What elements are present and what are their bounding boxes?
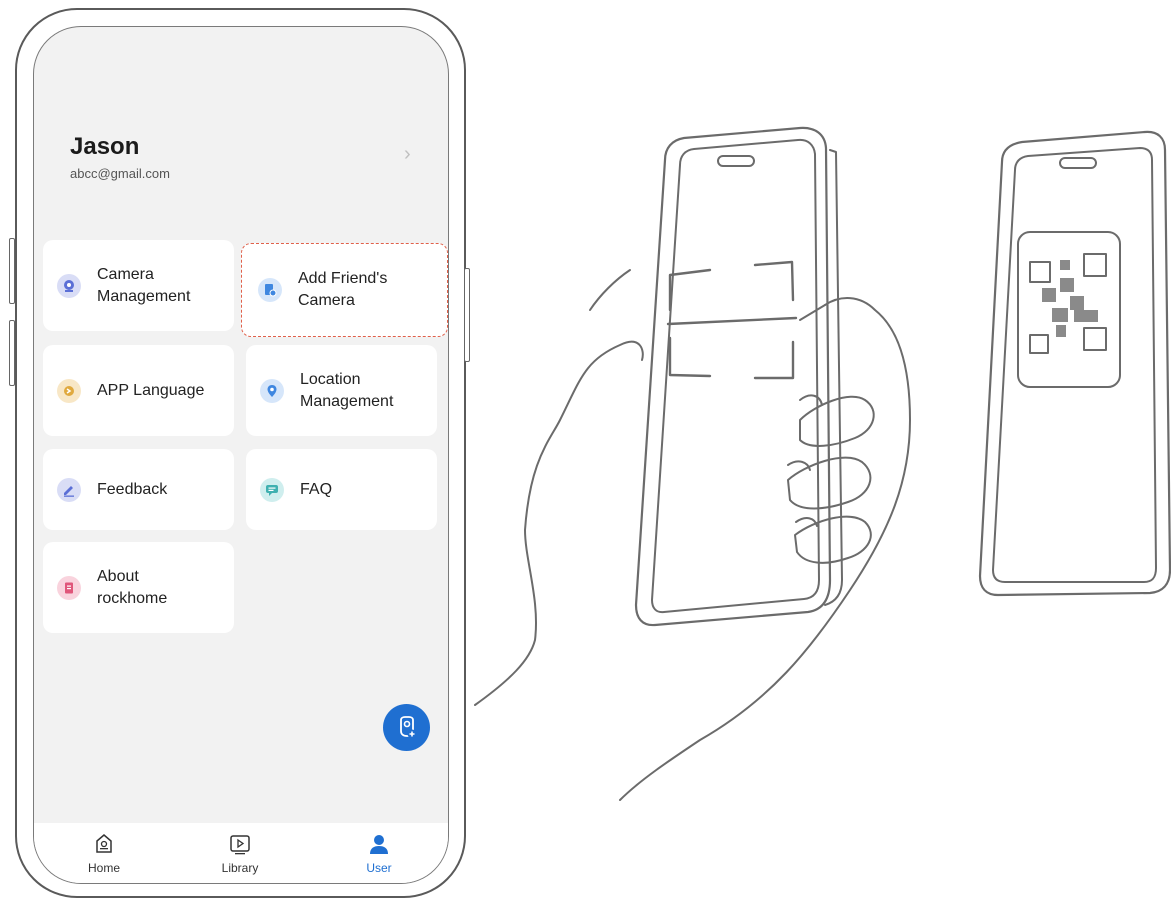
menu-location-management[interactable]: Location Management [246, 345, 437, 436]
menu-faq[interactable]: FAQ [246, 449, 437, 530]
tab-home[interactable]: Home [64, 833, 144, 875]
qr-phone-outline [978, 130, 1171, 597]
tab-library[interactable]: Library [200, 833, 280, 875]
location-pin-icon [260, 378, 284, 403]
menu-about-rockhome[interactable]: About rockhome [43, 542, 234, 633]
add-camera-icon [399, 715, 416, 738]
chevron-right-icon[interactable]: › [404, 143, 411, 166]
user-email: abcc@gmail.com [70, 166, 170, 181]
tab-label: Library [221, 861, 259, 875]
phone-side-button [9, 320, 15, 386]
held-phone-outline [634, 126, 832, 627]
tab-label: User [366, 861, 392, 875]
menu-label: Location Management [300, 370, 394, 410]
earpiece [717, 155, 755, 167]
scan-qr-illustration [474, 126, 1171, 801]
hand-outline [474, 340, 644, 706]
book-icon [57, 575, 81, 600]
language-icon [57, 378, 81, 403]
qr-code-card [1017, 231, 1121, 388]
user-name: Jason [70, 133, 140, 160]
edit-pencil-icon [57, 477, 81, 502]
menu-label: FAQ [300, 480, 333, 498]
phone-screen: Jason abcc@gmail.com › Camera Management… [33, 26, 449, 884]
finger [799, 395, 875, 447]
menu-label: Add Friend's Camera [298, 270, 388, 309]
add-device-fab[interactable] [383, 704, 430, 751]
bottom-tab-bar: Home Library User [34, 823, 448, 883]
play-icon [230, 835, 250, 855]
tab-label: Home [87, 861, 120, 875]
menu-camera-management[interactable]: Camera Management [43, 240, 234, 331]
tab-user[interactable]: User [339, 833, 419, 875]
user-icon [370, 835, 388, 854]
menu-app-language[interactable]: APP Language [43, 345, 234, 436]
add-camera-icon [258, 278, 282, 302]
menu-feedback[interactable]: Feedback [43, 449, 234, 530]
phone-side-button [9, 238, 15, 304]
menu-add-friends-camera[interactable]: Add Friend's Camera [241, 243, 448, 337]
menu-label: APP Language [97, 381, 205, 399]
home-icon [96, 834, 112, 853]
menu-label: About rockhome [97, 567, 168, 607]
finger [794, 515, 872, 564]
profile-header[interactable]: Jason abcc@gmail.com [70, 133, 170, 181]
camera-icon [57, 273, 81, 298]
menu-label: Feedback [97, 480, 168, 498]
menu-label: Camera Management [97, 265, 191, 305]
chat-icon [260, 477, 284, 502]
